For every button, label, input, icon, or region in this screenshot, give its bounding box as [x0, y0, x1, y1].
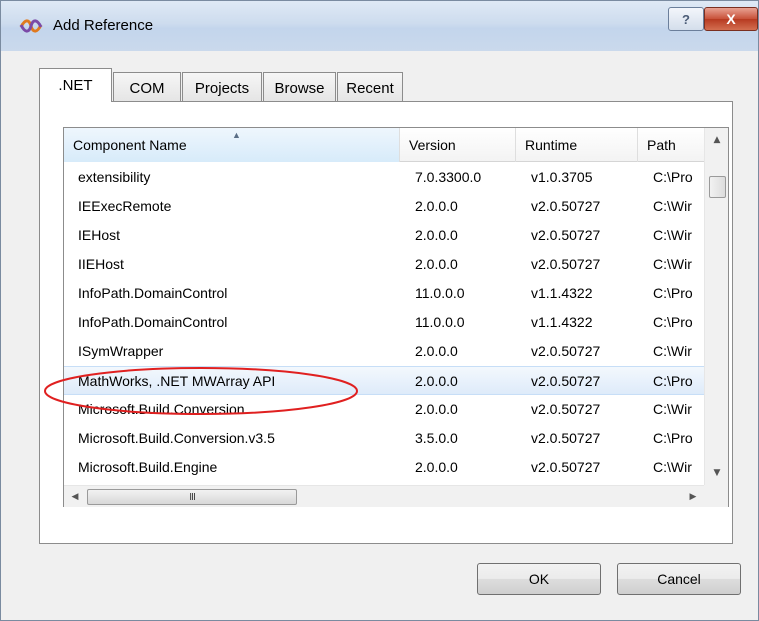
list-item[interactable]: IIEHost 2.0.0.0 v2.0.50727 C:\Wir: [64, 250, 704, 279]
runtime-cell: v2.0.50727: [531, 373, 601, 389]
tab-projects[interactable]: Projects: [182, 72, 262, 103]
column-header-label: Version: [409, 137, 456, 153]
list-item[interactable]: Microsoft.Build.Engine 2.0.0.0 v2.0.50727 C…: [64, 453, 704, 482]
vertical-scrollbar[interactable]: ▲ ▼: [704, 128, 728, 485]
runtime-cell: v2.0.50727: [531, 343, 601, 359]
component-name-cell: Microsoft.Build.Conversion: [78, 401, 245, 417]
column-header-label: Path: [647, 137, 676, 153]
path-cell: C:\Wir: [653, 343, 692, 359]
column-header-component-name[interactable]: Component Name ▲: [64, 128, 400, 162]
version-cell: 2.0.0.0: [415, 373, 458, 389]
list-item[interactable]: Microsoft.Build.Conversion.v3.5 3.5.0.0 v2…: [64, 424, 704, 453]
component-name-cell: IEExecRemote: [78, 198, 172, 214]
title-bar[interactable]: Add Reference ? X: [1, 1, 758, 51]
horizontal-scroll-thumb[interactable]: III: [87, 489, 297, 505]
version-cell: 2.0.0.0: [415, 227, 458, 243]
component-name-cell: IEHost: [78, 227, 121, 243]
version-cell: 2.0.0.0: [415, 459, 458, 475]
list-item[interactable]: InfoPath.DomainControl 11.0.0.0 v1.1.4322 C…: [64, 308, 704, 337]
runtime-cell: v1.0.3705: [531, 169, 593, 185]
column-header-version[interactable]: Version: [400, 128, 516, 162]
tab-label: .NET: [58, 77, 93, 94]
tab-browse[interactable]: Browse: [263, 72, 336, 103]
path-cell: C:\Wir: [653, 401, 692, 417]
runtime-cell: v2.0.50727: [531, 459, 601, 475]
tab-label: Browse: [274, 79, 325, 97]
version-cell: 3.5.0.0: [415, 430, 458, 446]
list-item[interactable]: extensibility 7.0.3300.0 v1.0.3705 C:\Pro: [64, 163, 704, 192]
scrollbar-corner: [704, 485, 728, 507]
component-list[interactable]: Component Name ▲ Version Runtime Path ex…: [63, 127, 729, 507]
ok-button[interactable]: OK: [477, 563, 601, 595]
column-header-path[interactable]: Path: [638, 128, 704, 162]
version-cell: 11.0.0.0: [415, 314, 465, 330]
list-rows: extensibility 7.0.3300.0 v1.0.3705 C:\Pro IE…: [64, 163, 704, 485]
version-cell: 11.0.0.0: [415, 285, 465, 301]
scroll-left-icon[interactable]: ◀: [64, 486, 86, 508]
help-button[interactable]: ?: [668, 7, 704, 31]
column-header-label: Runtime: [525, 137, 578, 153]
add-reference-dialog: Add Reference ? X .NET COM Projects Brow…: [0, 0, 759, 621]
path-cell: C:\Wir: [653, 227, 692, 243]
component-name-cell: Microsoft.Build.Conversion.v3.5: [78, 430, 275, 446]
horizontal-scrollbar[interactable]: ◀ III ▶: [64, 485, 704, 507]
component-name-cell: MathWorks, .NET MWArray API: [78, 373, 276, 389]
version-cell: 7.0.3300.0: [415, 169, 482, 185]
list-item[interactable]: IEHost 2.0.0.0 v2.0.50727 C:\Wir: [64, 221, 704, 250]
list-item[interactable]: InfoPath.DomainControl 11.0.0.0 v1.1.4322 C…: [64, 279, 704, 308]
list-header: Component Name ▲ Version Runtime Path: [64, 128, 704, 162]
path-cell: C:\Wir: [653, 256, 692, 272]
path-cell: C:\Wir: [653, 459, 692, 475]
list-item[interactable]: MathWorks, .NET MWArray API 2.0.0.0 v2.0.5…: [64, 366, 704, 395]
path-cell: C:\Pro: [653, 169, 693, 185]
window-title: Add Reference: [53, 17, 154, 34]
path-cell: C:\Wir: [653, 198, 692, 214]
column-header-label: Component Name: [73, 137, 187, 153]
runtime-cell: v2.0.50727: [531, 256, 601, 272]
version-cell: 2.0.0.0: [415, 198, 458, 214]
tab-recent[interactable]: Recent: [337, 72, 403, 103]
runtime-cell: v2.0.50727: [531, 401, 601, 417]
list-item[interactable]: ISymWrapper 2.0.0.0 v2.0.50727 C:\Wir: [64, 337, 704, 366]
visual-studio-icon: [19, 19, 43, 33]
vertical-scroll-thumb[interactable]: [709, 176, 726, 198]
tab-com[interactable]: COM: [113, 72, 181, 103]
scroll-down-icon[interactable]: ▼: [705, 461, 729, 485]
list-item[interactable]: Microsoft.Build.Conversion 2.0.0.0 v2.0.50…: [64, 395, 704, 424]
component-name-cell: IIEHost: [78, 256, 124, 272]
component-name-cell: extensibility: [78, 169, 151, 185]
path-cell: C:\Pro: [653, 314, 693, 330]
cancel-button[interactable]: Cancel: [617, 563, 741, 595]
component-name-cell: InfoPath.DomainControl: [78, 285, 228, 301]
component-name-cell: InfoPath.DomainControl: [78, 314, 228, 330]
version-cell: 2.0.0.0: [415, 343, 458, 359]
version-cell: 2.0.0.0: [415, 256, 458, 272]
scroll-up-icon[interactable]: ▲: [705, 128, 729, 152]
path-cell: C:\Pro: [653, 373, 693, 389]
close-button[interactable]: X: [704, 7, 758, 31]
grip-icon: III: [189, 491, 196, 503]
tab-dotnet[interactable]: .NET: [39, 68, 112, 102]
tab-label: COM: [129, 79, 165, 97]
scroll-right-icon[interactable]: ▶: [682, 486, 704, 508]
tab-label: Recent: [346, 79, 394, 97]
column-header-runtime[interactable]: Runtime: [516, 128, 638, 162]
runtime-cell: v2.0.50727: [531, 198, 601, 214]
sort-ascending-icon: ▲: [232, 130, 241, 140]
tab-label: Projects: [194, 79, 250, 97]
list-item[interactable]: IEExecRemote 2.0.0.0 v2.0.50727 C:\Wir: [64, 192, 704, 221]
component-name-cell: ISymWrapper: [78, 343, 164, 359]
runtime-cell: v1.1.4322: [531, 285, 593, 301]
path-cell: C:\Pro: [653, 285, 693, 301]
component-name-cell: Microsoft.Build.Engine: [78, 459, 218, 475]
runtime-cell: v2.0.50727: [531, 430, 601, 446]
version-cell: 2.0.0.0: [415, 401, 458, 417]
runtime-cell: v2.0.50727: [531, 227, 601, 243]
runtime-cell: v1.1.4322: [531, 314, 593, 330]
path-cell: C:\Pro: [653, 430, 693, 446]
